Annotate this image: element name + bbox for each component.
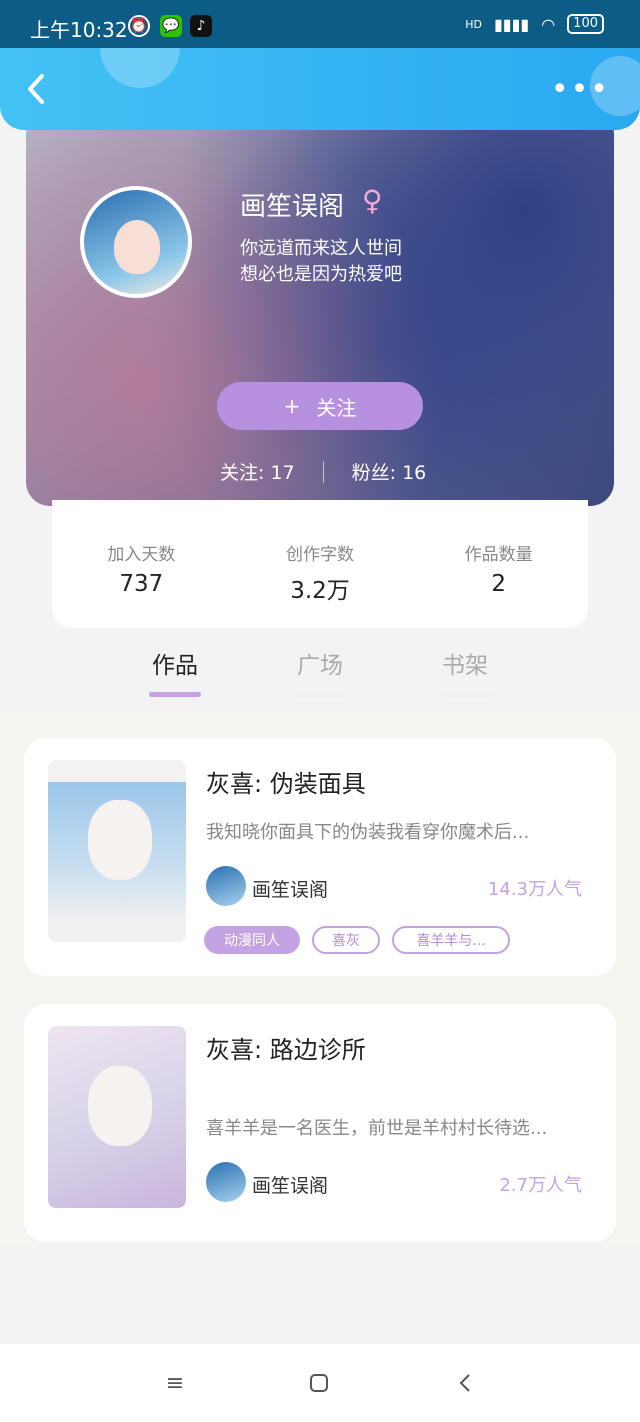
plus-icon: +	[283, 394, 301, 418]
bio-line: 想必也是因为热爱吧	[240, 264, 402, 285]
tag[interactable]: 喜羊羊与...	[392, 926, 510, 954]
profile-hero	[26, 110, 614, 506]
tab-works[interactable]: 作品	[135, 646, 215, 697]
stat-join-days: 加入天数 737	[52, 500, 231, 628]
back-button[interactable]	[22, 70, 52, 108]
follow-label: 关注	[316, 395, 357, 420]
work-desc: 喜羊羊是一名医生，前世是羊村村长待选...	[206, 1118, 548, 1139]
tag[interactable]: 动漫同人	[204, 926, 300, 954]
profile-bio: 你远道而来这人世间 想必也是因为热爱吧	[240, 236, 402, 288]
following-count[interactable]: 关注: 17	[220, 458, 295, 485]
works-list: 灰喜: 伪装面具 我知晓你面具下的伪装我看穿你魔术后... 画笙误阁 14.3万…	[0, 712, 640, 1244]
author-name: 画笙误阁	[252, 879, 329, 901]
follow-button[interactable]: + 关注	[217, 382, 423, 430]
author-avatar	[206, 1162, 246, 1202]
tab-square[interactable]: 广场	[280, 646, 360, 697]
wechat-icon: 💬	[160, 15, 182, 37]
tiktok-icon: ♪	[190, 15, 212, 37]
follow-counts: 关注: 17 粉丝: 16	[200, 458, 460, 485]
stats-card: 加入天数 737 创作字数 3.2万 作品数量 2	[52, 500, 588, 628]
status-bar: 上午10:32 ⏰ 💬 ♪ HD ▮▮▮▮ ◠ 100	[0, 0, 640, 50]
stat-value: 2	[491, 571, 506, 597]
tab-indicator	[149, 692, 201, 697]
tab-indicator	[294, 692, 346, 697]
alarm-icon: ⏰	[128, 15, 150, 37]
top-header: •••	[0, 48, 640, 130]
profile-name: 画笙误阁	[240, 192, 345, 222]
bio-line: 你远道而来这人世间	[240, 238, 402, 259]
tab-indicator	[439, 692, 491, 697]
profile-avatar[interactable]	[80, 186, 192, 298]
status-right: HD ▮▮▮▮ ◠ 100	[465, 14, 604, 34]
stat-word-count: 创作字数 3.2万	[231, 500, 410, 628]
battery-level: 100	[573, 16, 598, 31]
tab-label: 书架	[442, 653, 488, 679]
popularity-count: 2.7万人气	[499, 1175, 582, 1196]
tab-label: 广场	[297, 653, 343, 679]
stat-works-count: 作品数量 2	[409, 500, 588, 628]
cover-figure	[88, 800, 152, 880]
work-cover[interactable]	[48, 760, 186, 942]
work-title[interactable]: 灰喜: 路边诊所	[206, 1030, 366, 1065]
tab-bookshelf[interactable]: 书架	[425, 646, 505, 697]
stat-value: 3.2万	[290, 578, 350, 604]
stat-label: 加入天数	[107, 545, 176, 565]
avatar-face	[114, 220, 160, 274]
stat-label: 作品数量	[464, 545, 533, 565]
work-card[interactable]: 灰喜: 路边诊所 喜羊羊是一名医生，前世是羊村村长待选... 画笙误阁 2.7万…	[24, 1004, 616, 1242]
work-cover[interactable]	[48, 1026, 186, 1208]
tab-label: 作品	[152, 653, 198, 679]
decor-bubble	[100, 48, 180, 88]
network-label: HD	[465, 17, 482, 31]
followers-count[interactable]: 粉丝: 16	[352, 458, 427, 485]
wifi-icon: ◠	[541, 14, 556, 34]
divider	[322, 460, 324, 483]
work-card[interactable]: 灰喜: 伪装面具 我知晓你面具下的伪装我看穿你魔术后... 画笙误阁 14.3万…	[24, 738, 616, 976]
tag[interactable]: 喜灰	[312, 926, 380, 954]
female-icon: ♀	[362, 184, 383, 217]
popularity-count: 14.3万人气	[487, 879, 582, 900]
stat-label: 创作字数	[286, 545, 354, 565]
author-avatar	[206, 866, 246, 906]
signal-icon: ▮▮▮▮	[493, 14, 530, 34]
battery-icon: 100	[567, 14, 604, 34]
status-time: 上午10:32	[30, 18, 128, 42]
content-tabs: 作品 广场 书架	[0, 640, 640, 712]
system-nav-bar: ≡	[0, 1344, 640, 1422]
author-name: 画笙误阁	[252, 1175, 329, 1197]
work-desc: 我知晓你面具下的伪装我看穿你魔术后...	[206, 822, 530, 843]
more-button[interactable]: •••	[551, 75, 610, 105]
home-nav-icon[interactable]	[304, 1368, 334, 1398]
menu-nav-icon[interactable]: ≡	[160, 1368, 190, 1398]
work-title[interactable]: 灰喜: 伪装面具	[206, 764, 366, 799]
stat-value: 737	[119, 571, 164, 597]
cover-figure	[88, 1066, 152, 1146]
back-nav-icon[interactable]	[450, 1368, 480, 1398]
